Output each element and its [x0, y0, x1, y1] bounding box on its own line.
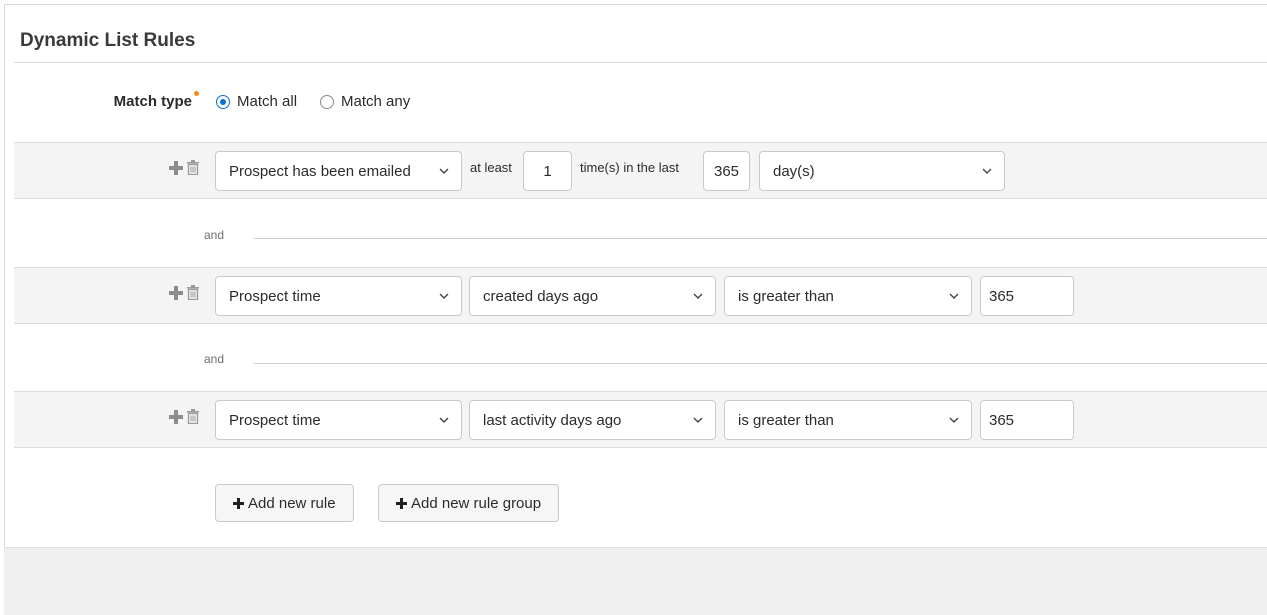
- and-divider: [254, 363, 1267, 364]
- match-type-label: Match type: [113, 93, 192, 110]
- rule-2-value-input[interactable]: 365: [980, 276, 1074, 316]
- rule-3-field-value: Prospect time: [229, 411, 321, 429]
- rule-actions: [169, 409, 199, 424]
- trash-icon[interactable]: [187, 409, 199, 424]
- rule-3-field-select[interactable]: Prospect time: [215, 400, 462, 440]
- at-least-label: at least: [470, 160, 512, 175]
- plus-icon: [396, 497, 407, 509]
- rule-2-field-value: Prospect time: [229, 287, 321, 305]
- and-connector-label: and: [204, 228, 225, 242]
- add-new-rule-button[interactable]: Add new rule: [215, 484, 354, 522]
- rule-2-attribute-select[interactable]: created days ago: [469, 276, 716, 316]
- chevron-down-icon: [949, 293, 959, 299]
- radio-icon[interactable]: [320, 94, 334, 109]
- match-any-label: Match any: [341, 93, 411, 110]
- chevron-down-icon: [982, 168, 992, 174]
- and-divider: [254, 238, 1267, 239]
- chevron-down-icon: [693, 417, 703, 423]
- chevron-down-icon: [439, 293, 449, 299]
- plus-icon[interactable]: [169, 285, 183, 300]
- plus-icon[interactable]: [169, 160, 183, 175]
- required-indicator: [194, 91, 199, 96]
- rule-3-attribute-value: last activity days ago: [483, 411, 622, 429]
- chevron-down-icon: [439, 168, 449, 174]
- and-connector-label: and: [204, 352, 225, 366]
- rule-1-field-select[interactable]: Prospect has been emailed: [215, 151, 462, 191]
- rule-2-operator-value: is greater than: [738, 287, 834, 305]
- rule-1-unit-select[interactable]: day(s): [759, 151, 1005, 191]
- rule-row-1: Prospect has been emailed at least 1 tim…: [14, 142, 1267, 199]
- match-any-radio[interactable]: Match any: [320, 93, 410, 110]
- rule-3-operator-select[interactable]: is greater than: [724, 400, 972, 440]
- rule-actions: [169, 285, 199, 300]
- rule-1-field-value: Prospect has been emailed: [229, 162, 411, 180]
- rule-actions: [169, 160, 199, 175]
- rule-row-2: Prospect time created days ago is greate…: [14, 267, 1267, 324]
- plus-icon[interactable]: [169, 409, 183, 424]
- rule-1-period-input[interactable]: 365: [703, 151, 750, 191]
- rule-2-operator-select[interactable]: is greater than: [724, 276, 972, 316]
- title-divider: [14, 62, 1267, 63]
- rule-row-3: Prospect time last activity days ago is …: [14, 391, 1267, 448]
- panel-title: Dynamic List Rules: [20, 30, 196, 51]
- chevron-down-icon: [439, 417, 449, 423]
- rule-2-field-select[interactable]: Prospect time: [215, 276, 462, 316]
- chevron-down-icon: [693, 293, 703, 299]
- trash-icon[interactable]: [187, 285, 199, 300]
- rule-3-operator-value: is greater than: [738, 411, 834, 429]
- rule-3-value-input[interactable]: 365: [980, 400, 1074, 440]
- add-new-rule-group-button[interactable]: Add new rule group: [378, 484, 560, 522]
- chevron-down-icon: [949, 417, 959, 423]
- radio-icon[interactable]: [216, 94, 230, 109]
- rule-1-unit-value: day(s): [773, 162, 815, 180]
- match-all-radio[interactable]: Match all: [216, 93, 297, 110]
- add-new-rule-label: Add new rule: [248, 494, 336, 512]
- match-all-label: Match all: [237, 93, 298, 110]
- plus-icon: [233, 497, 244, 509]
- add-new-rule-group-label: Add new rule group: [411, 494, 542, 512]
- rule-1-count-input[interactable]: 1: [523, 151, 572, 191]
- times-in-last-label: time(s) in the last: [580, 160, 679, 175]
- rule-2-attribute-value: created days ago: [483, 287, 599, 305]
- footer-bar: [4, 547, 1267, 615]
- rule-3-attribute-select[interactable]: last activity days ago: [469, 400, 716, 440]
- trash-icon[interactable]: [187, 160, 199, 175]
